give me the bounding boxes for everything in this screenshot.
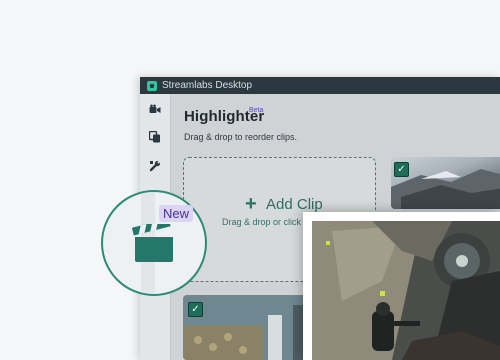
page-subtitle: Drag & drop to reorder clips.	[184, 132, 298, 142]
beta-badge: Beta	[249, 107, 264, 114]
clip-preview-image	[312, 221, 500, 360]
window-title: Streamlabs Desktop	[162, 80, 253, 91]
new-badge: New	[159, 205, 193, 222]
clip-select-checkbox[interactable]: ✓	[188, 302, 203, 317]
clip-thumbnail[interactable]: ✓	[391, 157, 500, 209]
wrench-icon[interactable]	[149, 160, 161, 172]
add-clip-hint: Drag & drop or click to	[222, 217, 312, 227]
clapperboard-icon[interactable]	[130, 224, 178, 264]
clip-select-checkbox[interactable]: ✓	[394, 162, 409, 177]
streamlabs-logo-icon	[147, 80, 157, 91]
title-bar: Streamlabs Desktop	[140, 77, 500, 94]
plus-icon: +	[245, 193, 257, 215]
video-camera-icon[interactable]	[149, 104, 161, 116]
clip-preview-window	[303, 212, 500, 360]
copy-icon[interactable]	[149, 131, 161, 143]
add-clip-label: Add Clip	[266, 196, 323, 213]
